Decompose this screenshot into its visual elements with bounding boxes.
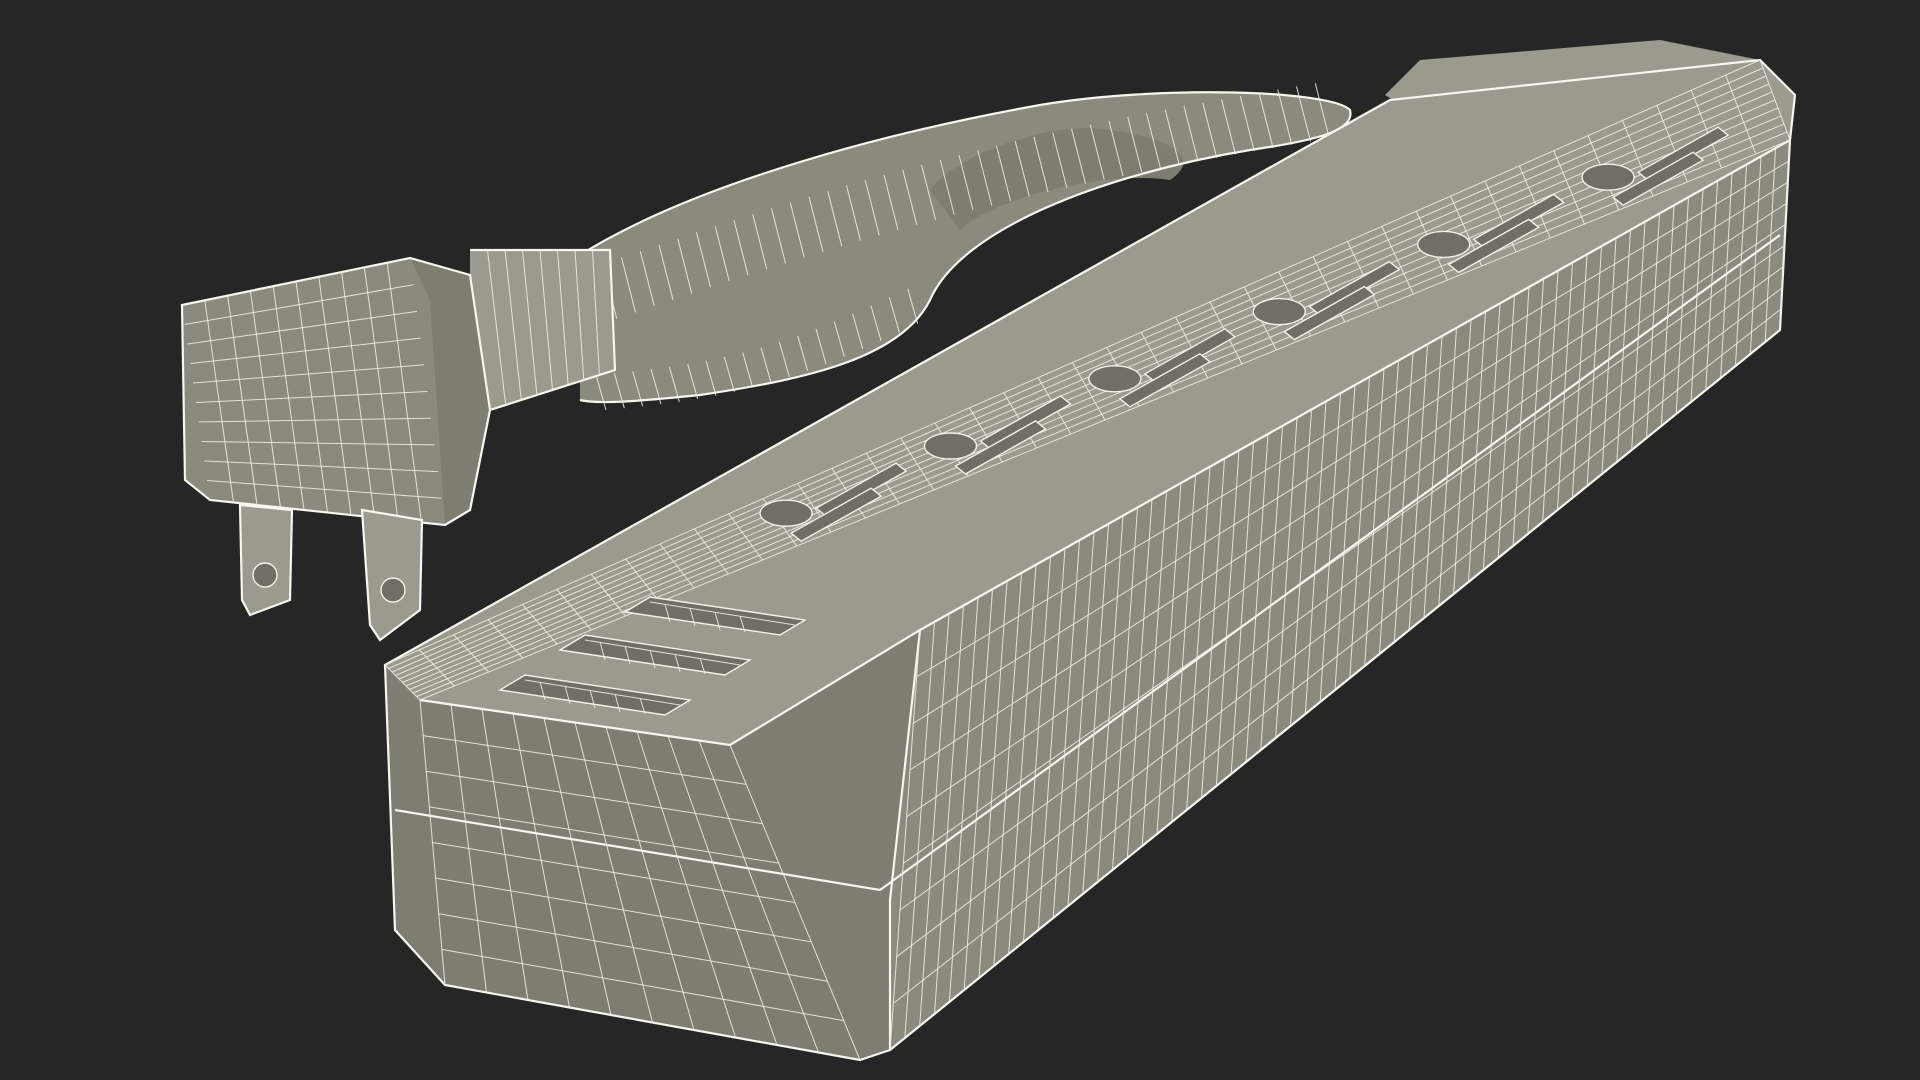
wireframe-scene [0, 0, 1920, 1080]
plug-prong-left [238, 503, 294, 617]
